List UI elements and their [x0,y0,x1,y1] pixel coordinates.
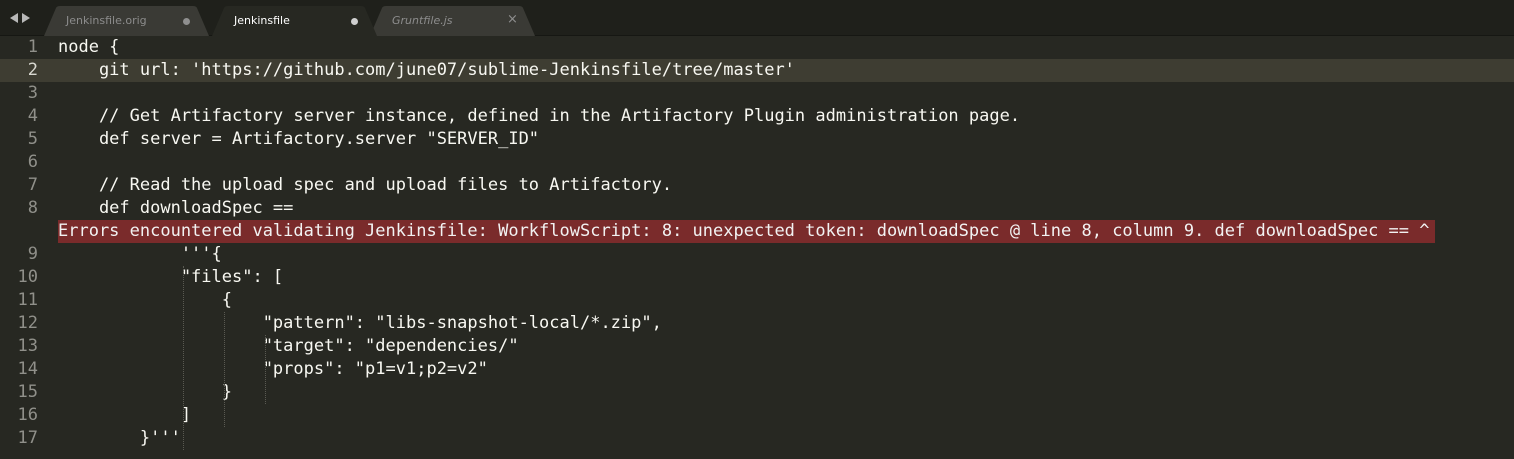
code-area[interactable]: node { git url: 'https://github.com/june… [58,36,1514,459]
line-number: 7 [27,175,38,195]
editor-window: Jenkinsfile.orig Gruntfile.js × Jenkinsfile… [0,0,1514,459]
tab-navigation [10,10,36,26]
code-line[interactable]: }''' [58,427,181,450]
indent-guide [182,266,184,450]
code-line[interactable]: ] [58,404,191,427]
line-number: 1 [27,37,38,57]
code-line[interactable]: git url: 'https://github.com/june07/subl… [58,59,795,82]
line-number: 2 [27,60,38,80]
line-number: 9 [27,244,38,264]
unsaved-dot-icon[interactable] [351,18,358,25]
code-line[interactable]: def server = Artifactory.server "SERVER_… [58,128,539,151]
line-number: 16 [17,405,38,425]
triangle-left-icon[interactable] [10,13,18,23]
line-number: 8 [27,198,38,218]
triangle-right-icon[interactable] [22,13,30,23]
code-line[interactable]: '''{ [58,243,222,266]
line-number: 3 [27,83,38,103]
tab-1[interactable]: Jenkinsfile [212,6,377,36]
code-line[interactable]: // Get Artifactory server instance, defi… [58,105,1020,128]
tab-label: Jenkinsfile [234,14,290,27]
line-number: 17 [17,428,38,448]
tab-label: Jenkinsfile.orig [66,14,147,27]
line-number: 10 [17,267,38,287]
code-line[interactable]: "pattern": "libs-snapshot-local/*.zip", [58,312,662,335]
tab-2[interactable]: Gruntfile.js × [370,6,535,36]
code-line[interactable]: "files": [ [58,266,283,289]
code-line[interactable]: { [58,289,232,312]
indent-guide [223,312,225,427]
code-line[interactable]: node { [58,36,119,59]
code-line[interactable]: "target": "dependencies/" [58,335,519,358]
close-icon[interactable]: × [507,12,518,27]
line-number: 14 [17,359,38,379]
lint-error-message: Errors encountered validating Jenkinsfil… [58,220,1436,243]
line-number: 4 [27,106,38,126]
line-number: 15 [17,382,38,402]
tab-bar: Jenkinsfile.orig Gruntfile.js × Jenkinsfile [0,0,1514,36]
line-number-gutter: 1 2 3 4 5 6 7 8 9 10 11 12 13 14 15 16 17 [0,36,48,459]
code-editor[interactable]: 1 2 3 4 5 6 7 8 9 10 11 12 13 14 15 16 17 node { git url… [0,36,1514,459]
line-number: 13 [17,336,38,356]
line-number: 5 [27,129,38,149]
code-line[interactable]: // Read the upload spec and upload files… [58,174,672,197]
code-line[interactable]: "props": "p1=v1;p2=v2" [58,358,488,381]
indent-guide [264,335,266,404]
line-number: 11 [17,290,38,310]
tab-label: Gruntfile.js [392,14,453,27]
code-line[interactable]: } [58,381,232,404]
line-number: 6 [27,152,38,172]
unsaved-dot-icon[interactable] [183,18,190,25]
code-line[interactable]: def downloadSpec == [58,197,293,220]
tab-0[interactable]: Jenkinsfile.orig [44,6,209,36]
line-number: 12 [17,313,38,333]
